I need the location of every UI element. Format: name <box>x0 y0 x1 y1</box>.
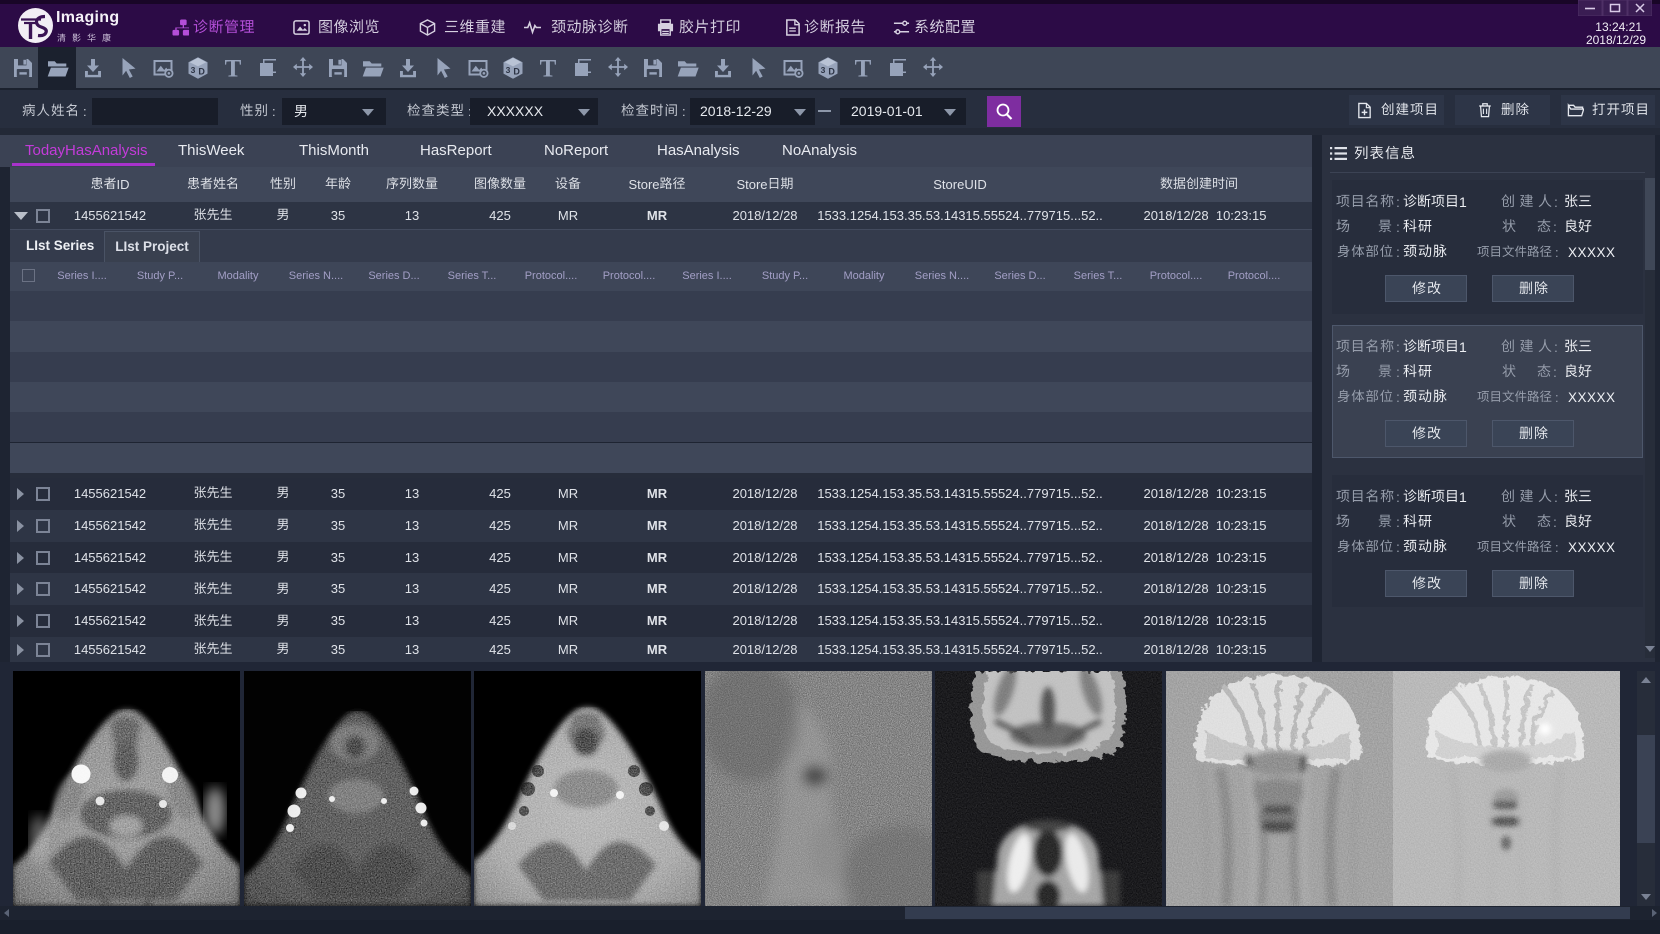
svg-text:3: 3 <box>505 65 510 75</box>
svg-text:T: T <box>539 56 556 80</box>
svg-text:D: D <box>513 67 520 77</box>
svg-text:3: 3 <box>190 65 195 75</box>
svg-text:D: D <box>828 67 835 77</box>
svg-text:D: D <box>198 67 205 77</box>
svg-text:T: T <box>854 56 871 80</box>
svg-text:T: T <box>224 56 241 80</box>
svg-text:3: 3 <box>820 65 825 75</box>
